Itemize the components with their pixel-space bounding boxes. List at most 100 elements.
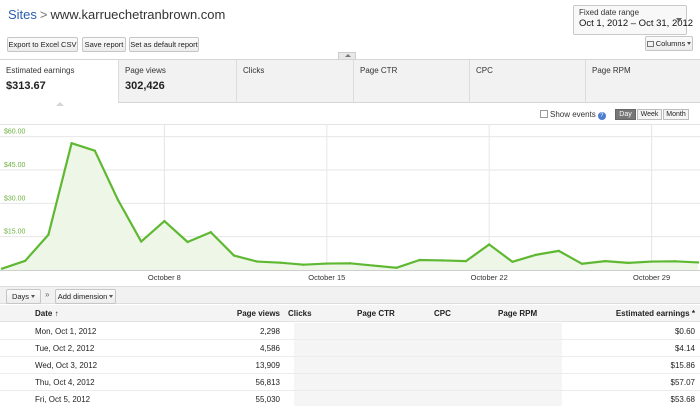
cell-earnings: $15.86 bbox=[670, 361, 695, 370]
sort-indicator: * bbox=[691, 309, 695, 318]
breadcrumb: Sites > www.karruechetranbrown.com bbox=[8, 7, 225, 22]
show-events-label: Show events bbox=[550, 110, 596, 119]
chevron-down-icon bbox=[109, 295, 114, 298]
metric-label: CPC bbox=[476, 66, 493, 75]
earnings-area bbox=[2, 143, 698, 270]
chevron-down-icon bbox=[31, 295, 36, 298]
earnings-point bbox=[372, 264, 375, 267]
column-label: Date bbox=[35, 309, 53, 318]
columns-button[interactable]: Columns bbox=[645, 36, 693, 51]
double-arrow-icon: » bbox=[45, 290, 50, 299]
tab-cpc[interactable]: CPC bbox=[469, 60, 585, 103]
column-header-cpc[interactable]: CPC bbox=[434, 309, 451, 318]
site-name: www.karruechetranbrown.com bbox=[50, 7, 226, 22]
earnings-point bbox=[557, 249, 560, 253]
save-report-button[interactable]: Save report bbox=[82, 37, 126, 52]
help-icon[interactable]: ? bbox=[597, 112, 606, 120]
date-range-picker[interactable]: Fixed date range Oct 1, 2012 – Oct 31, 2… bbox=[573, 5, 694, 35]
metric-label: Page RPM bbox=[592, 66, 631, 75]
column-header-page-ctr[interactable]: Page CTR bbox=[357, 309, 395, 318]
tab-clicks[interactable]: Clicks bbox=[236, 60, 353, 103]
cell-date: Thu, Oct 4, 2012 bbox=[35, 378, 95, 387]
earnings-point bbox=[47, 233, 50, 236]
earnings-point bbox=[511, 260, 514, 263]
column-header-page-rpm[interactable]: Page RPM bbox=[498, 309, 537, 318]
earnings-chart: $15.00 $30.00 $45.00 $60.00 October 8 October… bbox=[0, 124, 700, 282]
cell-date: Mon, Oct 1, 2012 bbox=[35, 327, 97, 336]
cell-earnings: $53.68 bbox=[670, 395, 695, 404]
set-default-report-button[interactable]: Set as default report bbox=[129, 37, 199, 52]
days-dropdown[interactable]: Days bbox=[6, 289, 41, 304]
earnings-point bbox=[186, 240, 189, 244]
metric-tabs: Estimated earnings $313.67 Page views 30… bbox=[0, 59, 700, 106]
table-row[interactable]: Mon, Oct 1, 2012 2,298 $0.60 bbox=[0, 323, 700, 340]
x-tick-label: October 8 bbox=[148, 273, 181, 282]
earnings-point bbox=[209, 231, 212, 234]
x-tick-label: October 15 bbox=[308, 273, 345, 282]
column-label: Estimated earnings bbox=[615, 309, 690, 318]
column-header-date[interactable]: Date ↑ bbox=[35, 309, 59, 318]
cell-date: Fri, Oct 5, 2012 bbox=[35, 395, 91, 404]
y-tick-label: $60.00 bbox=[4, 129, 26, 136]
cell-page-views: 55,030 bbox=[255, 395, 280, 404]
earnings-point bbox=[696, 261, 700, 264]
sort-ascending-icon: ↑ bbox=[54, 309, 59, 318]
columns-icon bbox=[646, 41, 654, 47]
table-header: Date ↑ Page views Clicks Page CTR CPC Pa… bbox=[0, 305, 700, 322]
column-header-clicks[interactable]: Clicks bbox=[288, 309, 312, 318]
granularity-day-button[interactable]: Day bbox=[615, 109, 636, 120]
earnings-point bbox=[70, 141, 73, 145]
cell-page-views: 2,298 bbox=[259, 327, 280, 336]
cell-page-views: 4,586 bbox=[259, 344, 280, 353]
cell-earnings: $4.14 bbox=[674, 344, 695, 353]
granularity-month-button[interactable]: Month bbox=[663, 109, 689, 120]
earnings-point bbox=[325, 262, 328, 265]
tab-page-views[interactable]: Page views 302,426 bbox=[118, 60, 236, 103]
cell-date: Wed, Oct 3, 2012 bbox=[35, 361, 98, 370]
earnings-point bbox=[140, 240, 143, 243]
earnings-point bbox=[93, 149, 97, 152]
cell-earnings: $0.60 bbox=[674, 327, 695, 336]
earnings-point bbox=[673, 260, 676, 263]
date-range-value: Oct 1, 2012 – Oct 31, 2012 bbox=[579, 18, 694, 29]
breadcrumb-separator: > bbox=[39, 7, 48, 22]
metric-label: Page views bbox=[125, 66, 166, 75]
earnings-point bbox=[464, 259, 468, 263]
earnings-point bbox=[348, 262, 352, 265]
breadcrumb-sites-link[interactable]: Sites bbox=[8, 7, 37, 22]
granularity-week-button[interactable]: Week bbox=[637, 109, 662, 120]
collapse-chart-toggle[interactable] bbox=[338, 52, 356, 59]
cell-page-views: 56,813 bbox=[255, 378, 280, 387]
export-csv-button[interactable]: Export to Excel CSV bbox=[7, 37, 78, 52]
chevron-down-icon bbox=[687, 42, 692, 45]
tab-estimated-earnings[interactable]: Estimated earnings $313.67 bbox=[0, 60, 118, 106]
tab-page-ctr[interactable]: Page CTR bbox=[353, 60, 469, 103]
earnings-point bbox=[279, 261, 282, 264]
show-events-control[interactable]: Show events? bbox=[540, 110, 606, 120]
table-row[interactable]: Wed, Oct 3, 2012 13,909 $15.86 bbox=[0, 357, 700, 374]
show-events-checkbox[interactable] bbox=[540, 110, 548, 118]
cell-page-views: 13,909 bbox=[255, 361, 280, 370]
metric-label: Page CTR bbox=[360, 66, 398, 75]
metric-value: 302,426 bbox=[125, 80, 165, 92]
column-header-page-views[interactable]: Page views bbox=[180, 309, 280, 318]
cell-date: Tue, Oct 2, 2012 bbox=[35, 344, 95, 353]
tab-page-rpm[interactable]: Page RPM bbox=[585, 60, 700, 103]
chevron-down-icon bbox=[676, 18, 682, 22]
table-row[interactable]: Tue, Oct 2, 2012 4,586 $4.14 bbox=[0, 340, 700, 357]
add-dimension-dropdown[interactable]: Add dimension bbox=[55, 289, 116, 304]
column-header-estimated-earnings[interactable]: Estimated earnings * bbox=[580, 309, 695, 318]
add-dimension-label: Add dimension bbox=[57, 292, 108, 301]
earnings-point bbox=[395, 266, 398, 269]
earnings-point bbox=[0, 267, 4, 270]
date-range-label: Fixed date range bbox=[579, 8, 640, 17]
metric-label: Estimated earnings bbox=[6, 66, 75, 75]
earnings-point bbox=[627, 261, 630, 265]
x-tick-label: October 22 bbox=[471, 273, 508, 282]
metric-value: $313.67 bbox=[6, 80, 46, 92]
table-row[interactable]: Fri, Oct 5, 2012 55,030 $53.68 bbox=[0, 391, 700, 406]
cell-earnings: $57.07 bbox=[670, 378, 695, 387]
earnings-point bbox=[418, 258, 421, 262]
earnings-point bbox=[116, 198, 120, 202]
table-row[interactable]: Thu, Oct 4, 2012 56,813 $57.07 bbox=[0, 374, 700, 391]
